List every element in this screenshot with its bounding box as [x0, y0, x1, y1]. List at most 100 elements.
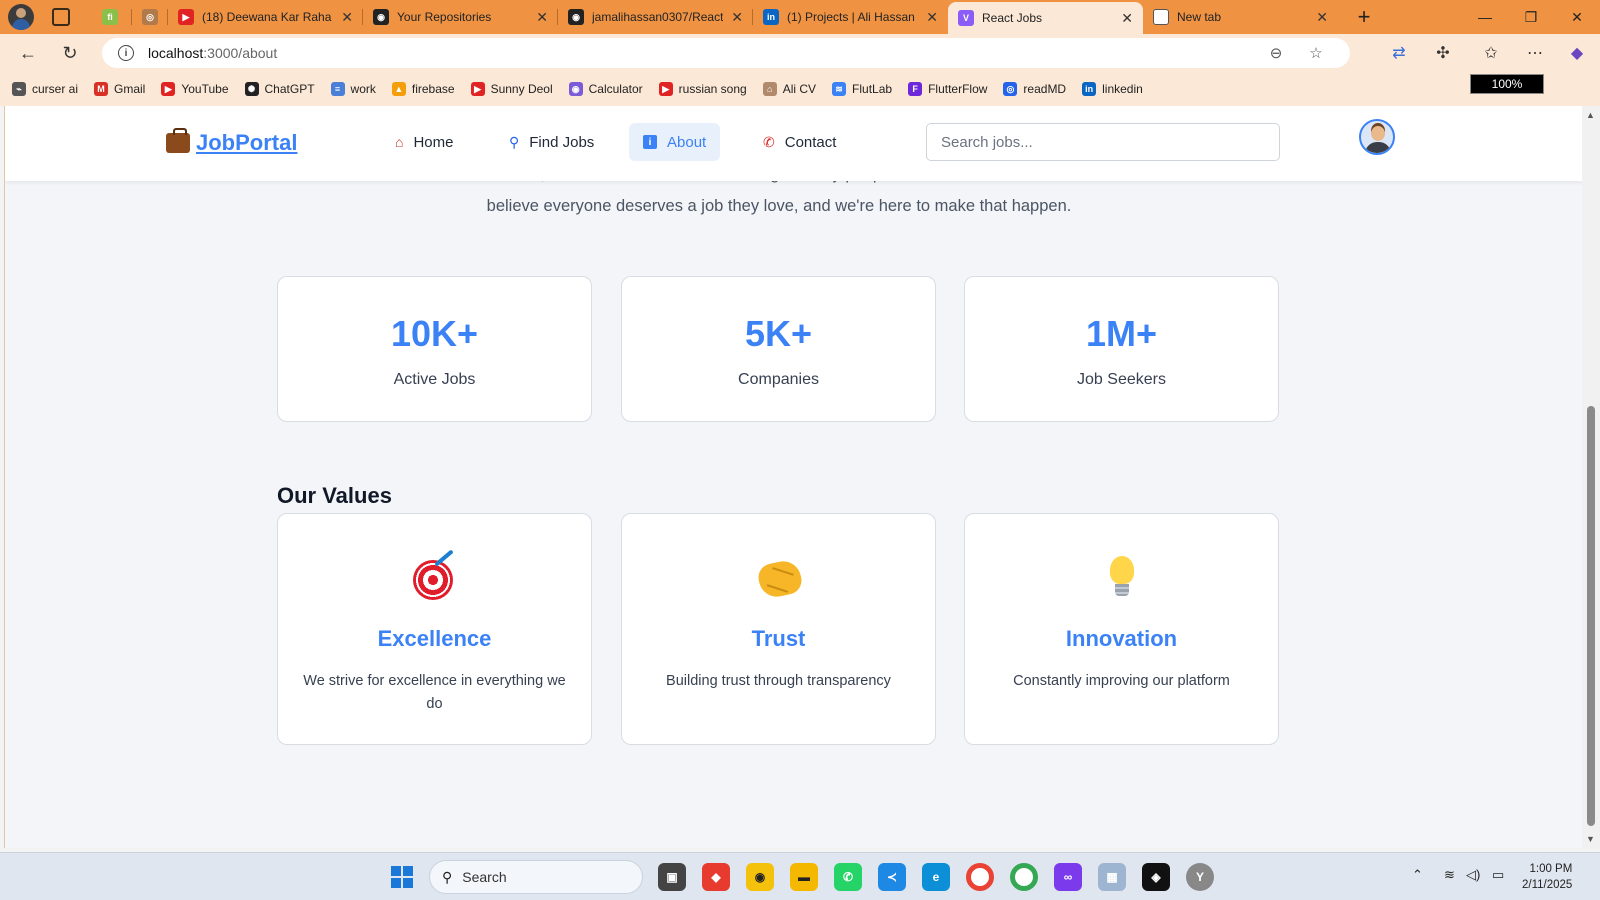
minimize-button[interactable]: — — [1462, 0, 1508, 34]
reload-button[interactable]: ↻ — [56, 39, 84, 67]
value-title: Innovation — [1065, 626, 1178, 651]
value-description: We strive for excellence in everything w… — [303, 673, 566, 712]
handshake-icon — [755, 554, 804, 602]
values-heading: Our Values — [277, 483, 392, 508]
favorites-icon[interactable]: ✩ — [1476, 38, 1506, 68]
browser-profile-avatar[interactable] — [8, 4, 34, 30]
vscode-icon[interactable]: ≺ — [878, 863, 906, 891]
wifi-icon[interactable]: ≋ — [1444, 867, 1455, 883]
address-bar[interactable]: i localhost:3000/about ⊖ ☆ — [102, 38, 1350, 68]
nav-home[interactable]: ⌂ Home — [381, 123, 467, 161]
bookmark-item[interactable]: M Gmail — [94, 82, 145, 96]
bookmark-item[interactable]: ◉ Calculator — [568, 82, 643, 96]
search-icon: ⚲ — [442, 868, 453, 885]
page-viewport: JobPortal ⌂ Home ⚲ Find Jobs i About ✆ C… — [4, 106, 1582, 848]
more-menu-icon[interactable]: ⋯ — [1520, 38, 1550, 68]
tab-favicon-icon: fi — [102, 9, 118, 25]
tab-pinned-2[interactable]: ◎ — [132, 0, 168, 34]
user-avatar[interactable] — [1359, 119, 1395, 155]
search-icon: ⚲ — [509, 133, 520, 150]
browser-tab-strip: fi ◎ ▶ (18) Deewana Kar Raha Ha ✕ ◉ Your… — [0, 0, 1600, 34]
clock-time: 1:00 PM — [1529, 863, 1573, 875]
extensions-icon[interactable]: ✣ — [1428, 38, 1458, 68]
anydesk-icon[interactable]: ◆ — [702, 863, 730, 891]
site-logo[interactable]: JobPortal — [166, 128, 297, 156]
tab-new-tab[interactable]: New tab ✕ — [1143, 0, 1338, 34]
site-header: JobPortal ⌂ Home ⚲ Find Jobs i About ✆ C… — [5, 106, 1582, 181]
visual-studio-icon[interactable]: ∞ — [1054, 863, 1082, 891]
close-tab-icon[interactable]: ✕ — [1121, 10, 1133, 27]
tab-react-jobs[interactable]: V React Jobs ✕ — [948, 2, 1143, 34]
close-tab-icon[interactable]: ✕ — [1316, 9, 1328, 26]
nav-contact[interactable]: ✆ Contact — [749, 123, 850, 161]
close-tab-icon[interactable]: ✕ — [341, 9, 353, 26]
bookmark-label: YouTube — [181, 82, 229, 96]
bookmark-item[interactable]: ◎ readMD — [1003, 82, 1066, 96]
stat-value: 5K+ — [744, 313, 813, 354]
new-tab-button[interactable]: + — [1350, 4, 1378, 30]
nav-label: Contact — [784, 133, 837, 151]
close-tab-icon[interactable]: ✕ — [536, 9, 548, 26]
favorite-star-icon[interactable]: ☆ — [1302, 38, 1330, 68]
close-window-button[interactable]: ✕ — [1554, 0, 1600, 34]
taskbar-search[interactable]: ⚲ Search — [429, 860, 643, 894]
nav-find-jobs[interactable]: ⚲ Find Jobs — [495, 123, 608, 161]
job-search-input[interactable] — [926, 123, 1280, 161]
clock-date: 2/11/2025 — [1522, 879, 1573, 891]
chrome-icon[interactable] — [966, 863, 994, 891]
tab-linkedin[interactable]: in (1) Projects | Ali Hassan | L ✕ — [753, 0, 948, 34]
site-info-icon[interactable]: i — [118, 45, 134, 61]
cursor-app-icon[interactable]: ◈ — [1142, 863, 1170, 891]
zoom-icon[interactable]: ⊖ — [1262, 38, 1290, 68]
value-card-trust: Trust Building trust through transparenc… — [621, 513, 936, 745]
bookmark-item[interactable]: ▶ Sunny Deol — [470, 82, 553, 96]
windows-start-icon[interactable] — [391, 866, 413, 888]
tab-youtube[interactable]: ▶ (18) Deewana Kar Raha Ha ✕ — [168, 0, 363, 34]
bookmark-item[interactable]: ⌁ curser ai — [12, 82, 78, 96]
address-url[interactable]: localhost:3000/about — [148, 45, 277, 61]
bookmark-item[interactable]: ≡ work — [330, 82, 376, 96]
bookmark-favicon-icon: ◎ — [1003, 82, 1018, 96]
copilot-icon[interactable]: ◆ — [1562, 38, 1592, 68]
close-tab-icon[interactable]: ✕ — [926, 9, 938, 26]
scrollbar-thumb[interactable] — [1587, 406, 1595, 826]
workspaces-icon[interactable] — [52, 8, 70, 26]
bookmark-item[interactable]: ▶ russian song — [658, 82, 747, 96]
github-icon: ◉ — [373, 9, 389, 25]
scroll-up-arrow-icon[interactable]: ▲ — [1586, 110, 1595, 120]
whatsapp-icon[interactable]: ✆ — [834, 863, 862, 891]
monitor-app-icon[interactable]: ▦ — [1098, 863, 1126, 891]
git-app-icon[interactable]: Y — [1186, 863, 1214, 891]
back-button[interactable]: ← — [14, 39, 42, 67]
tab-your-repositories[interactable]: ◉ Your Repositories ✕ — [363, 0, 558, 34]
bookmark-label: ChatGPT — [264, 82, 315, 96]
scroll-down-arrow-icon[interactable]: ▼ — [1586, 834, 1595, 844]
edge-icon[interactable]: e — [922, 863, 950, 891]
bookmark-item[interactable]: ▶ YouTube — [161, 82, 229, 96]
translate-icon[interactable]: ⇄ — [1384, 38, 1414, 68]
taskbar-clock[interactable]: 1:00 PM 2/11/2025 — [1522, 861, 1572, 893]
chat-app-icon[interactable]: ◉ — [746, 863, 774, 891]
chrome-profile-icon[interactable] — [1010, 863, 1038, 891]
bookmark-item[interactable]: ✺ ChatGPT — [244, 82, 315, 96]
task-view-icon[interactable]: ▣ — [658, 863, 686, 891]
tab-github-repo[interactable]: ◉ jamalihassan0307/React-J ✕ — [558, 0, 753, 34]
page-scrollbar[interactable]: ▲ ▼ — [1582, 106, 1600, 848]
bookmark-item[interactable]: ▲ firebase — [391, 82, 455, 96]
file-explorer-icon[interactable]: ▬ — [790, 863, 818, 891]
bookmark-item[interactable]: in linkedin — [1082, 82, 1143, 96]
tab-title: (1) Projects | Ali Hassan | L — [787, 10, 919, 24]
bookmark-label: Calculator — [588, 82, 643, 96]
restore-button[interactable]: ❐ — [1508, 0, 1554, 34]
volume-icon[interactable]: ◁) — [1466, 867, 1480, 883]
nav-about[interactable]: i About — [629, 123, 721, 161]
tab-pinned-1[interactable]: fi — [92, 0, 132, 34]
bookmark-item[interactable]: ≋ FlutLab — [832, 82, 892, 96]
bookmark-item[interactable]: F FlutterFlow — [908, 82, 987, 96]
battery-icon[interactable]: ▭ — [1492, 867, 1504, 883]
value-description: Building trust through transparency — [666, 673, 891, 689]
close-tab-icon[interactable]: ✕ — [731, 9, 743, 26]
windows-taskbar: ⚲ Search ▣ ◆ ◉ ▬ ✆ ≺ e ∞ ▦ ◈ Y ⌃ ≋ ◁) ▭ … — [0, 852, 1600, 900]
bookmark-item[interactable]: ⌂ Ali CV — [762, 82, 816, 96]
show-hidden-icons[interactable]: ⌃ — [1412, 867, 1423, 883]
